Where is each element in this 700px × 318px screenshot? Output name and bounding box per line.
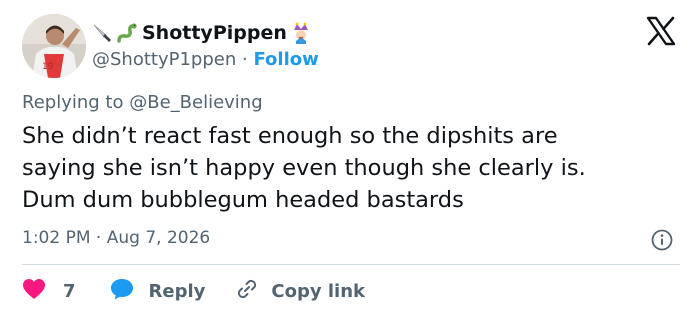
svg-text:19: 19	[42, 62, 54, 72]
link-icon	[235, 277, 259, 306]
replying-prefix: Replying to	[22, 92, 124, 113]
replying-mention[interactable]: @Be_Believing	[129, 92, 262, 113]
handle-row: @ShottyP1ppen · Follow	[92, 49, 319, 70]
tweet-text-line: She didn’t react fast enough so the dips…	[22, 123, 558, 149]
tweet-header: 19 ShottyPippen @ShottyP1ppen · Follow	[22, 14, 682, 78]
like-button[interactable]: 7	[22, 278, 76, 305]
tweet-text-line: saying she isn’t happy even though she c…	[22, 155, 586, 181]
copy-link-button[interactable]: Copy link	[235, 277, 365, 306]
x-logo-icon[interactable]	[646, 16, 676, 50]
reply-label: Reply	[148, 280, 206, 302]
user-names: ShottyPippen @ShottyP1ppen · Follow	[92, 20, 319, 70]
separator: ·	[95, 228, 102, 248]
tweet-text: She didn’t react fast enough so the dips…	[22, 120, 682, 216]
separator: ·	[242, 49, 248, 70]
like-count: 7	[63, 280, 76, 302]
reply-button[interactable]: Reply	[109, 277, 206, 306]
follow-button[interactable]: Follow	[253, 49, 318, 70]
action-bar: 7 Reply Copy link	[22, 276, 365, 306]
time[interactable]: 1:02 PM	[22, 228, 91, 248]
knife-icon	[92, 22, 114, 44]
handle[interactable]: @ShottyP1ppen	[92, 49, 236, 70]
date[interactable]: Aug 7, 2026	[107, 228, 211, 248]
tweet-text-line: Dum dum bubblegum headed bastards	[22, 187, 464, 213]
display-name-row[interactable]: ShottyPippen	[92, 20, 319, 46]
display-name[interactable]: ShottyPippen	[142, 22, 287, 44]
joker-icon	[291, 22, 311, 44]
replying-to: Replying to @Be_Believing	[22, 92, 263, 113]
heart-icon	[22, 278, 46, 305]
info-icon[interactable]	[651, 229, 673, 255]
timestamp[interactable]: 1:02 PM · Aug 7, 2026	[22, 228, 210, 248]
avatar[interactable]: 19	[22, 14, 86, 78]
snake-icon	[116, 22, 138, 44]
divider	[22, 264, 680, 265]
speech-bubble-icon	[109, 277, 135, 306]
copy-link-label: Copy link	[271, 280, 365, 302]
